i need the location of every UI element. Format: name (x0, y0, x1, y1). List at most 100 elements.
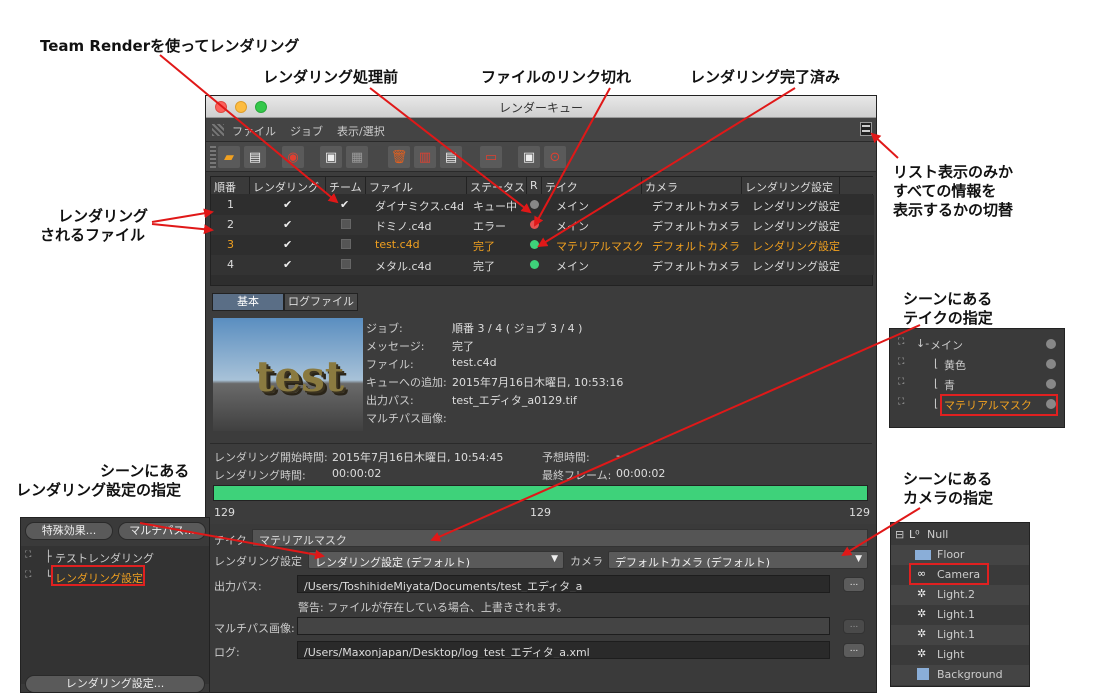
grip-icon (212, 124, 224, 136)
chevron-down-icon: ▼ (551, 554, 558, 564)
object-label: Light (937, 648, 965, 661)
checkerboard-icon: ⛶ (898, 397, 905, 407)
cell-render-setting: レンダリング設定 (752, 260, 840, 273)
col-header-render[interactable]: レンダリング (250, 177, 326, 194)
team-checkbox[interactable] (341, 239, 351, 249)
multipass-button[interactable]: マルチパス... (118, 522, 206, 540)
menu-file[interactable]: ファイル (232, 123, 276, 139)
checkerboard-icon: ⛶ (898, 337, 905, 347)
special-effects-button[interactable]: 特殊効果... (25, 522, 113, 540)
render-clapper-icon[interactable]: ▣ (320, 146, 342, 168)
info-file-label: ファイル: (366, 358, 414, 371)
highlight-box (940, 394, 1058, 416)
col-header-file[interactable]: ファイル (366, 177, 467, 194)
cell-order: 3 (227, 238, 234, 251)
trash-icon[interactable]: 🗑 (388, 146, 410, 168)
table-row[interactable]: 1 ✔ ✔ ダイナミクス.c4d キュー中 メイン デフォルトカメラ レンダリング設定 (211, 195, 874, 215)
object-label: Light.1 (937, 608, 975, 621)
table-row[interactable]: 3 ✔ test.c4d 完了 マテリアルマスク デフォルトカメラ レンダリング設定 (211, 235, 874, 255)
timing-start-value: 2015年7月16日木曜日, 10:54:45 (332, 451, 504, 464)
render-checkbox[interactable]: ✔ (283, 218, 292, 231)
render-checkbox[interactable]: ✔ (283, 198, 292, 211)
col-header-camera[interactable]: カメラ (642, 177, 742, 194)
layout-toggle-button[interactable] (860, 122, 872, 136)
tab-logfile[interactable]: ログファイル (284, 293, 358, 311)
document-icon[interactable]: ▤ (244, 146, 266, 168)
team-checkbox[interactable]: ✔ (340, 198, 349, 211)
render-target-icon[interactable]: ◉ (282, 146, 304, 168)
cell-camera: デフォルトカメラ (652, 260, 740, 273)
log-browse-button[interactable]: ... (843, 643, 865, 658)
object-null[interactable]: ⊟ L⁰ Null (891, 525, 1029, 545)
object-light-1a[interactable]: ✲ Light.1 (891, 605, 1029, 625)
cell-status: キュー中 (473, 200, 517, 213)
menu-job[interactable]: ジョブ (290, 123, 323, 139)
status-dot (530, 220, 539, 229)
object-background[interactable]: Background (891, 665, 1029, 685)
take-dot[interactable] (1046, 359, 1056, 369)
table-row[interactable]: 2 ✔ ドミノ.c4d エラー メイン デフォルトカメラ レンダリング設定 (211, 215, 874, 235)
team-checkbox[interactable] (341, 259, 351, 269)
cell-take: メイン (556, 200, 589, 213)
cell-order: 1 (227, 198, 234, 211)
monitor-icon[interactable]: ▭ (480, 146, 502, 168)
object-light-2[interactable]: ✲ Light.2 (891, 585, 1029, 605)
team-checkbox[interactable] (341, 219, 351, 229)
object-floor[interactable]: Floor (891, 545, 1029, 565)
render-checkbox[interactable]: ✔ (283, 238, 292, 251)
cell-camera: デフォルトカメラ (652, 240, 740, 253)
object-light[interactable]: ✲ Light (891, 645, 1029, 665)
render-item-test-label: テストレンダリング (55, 552, 154, 565)
col-header-status[interactable]: ステータス (467, 177, 527, 194)
preview-text: test (255, 352, 345, 401)
col-header-r[interactable]: R (527, 177, 542, 194)
log-path-field[interactable]: /Users/Maxonjapan/Desktop/log_test_エディタ_… (297, 641, 830, 659)
annotation-files-2: されるファイル (40, 226, 146, 244)
take-dot[interactable] (1046, 339, 1056, 349)
cell-take: マテリアルマスク (556, 240, 644, 253)
render-setting-dropdown[interactable]: レンダリング設定 (デフォルト) ▼ (308, 551, 564, 569)
annotation-render-setting-2: レンダリング設定の指定 (16, 481, 182, 499)
cell-camera: デフォルトカメラ (652, 220, 740, 233)
list-icon[interactable]: ▥ (414, 146, 436, 168)
render-setting-label: レンダリング設定 (214, 555, 302, 568)
render-settings-open-button[interactable]: レンダリング設定... (25, 675, 205, 692)
clapper-arrow-icon[interactable]: ▣ (518, 146, 540, 168)
info-output-label: 出力パス: (366, 394, 414, 407)
output-path-field[interactable]: /Users/ToshihideMiyata/Documents/test_エデ… (297, 575, 830, 593)
col-header-render-setting[interactable]: レンダリング設定 (742, 177, 840, 194)
annotation-files-1: レンダリング (58, 207, 149, 225)
page-icon[interactable]: ▤ (440, 146, 462, 168)
object-manager-panel: ⊟ L⁰ Null Floor ∞ Camera ✲ Light.2 ✲ Lig… (890, 522, 1030, 687)
multipass-browse-button[interactable]: ... (843, 619, 865, 634)
table-row[interactable]: 4 ✔ メタル.c4d 完了 メイン デフォルトカメラ レンダリング設定 (211, 255, 874, 275)
take-dot[interactable] (1046, 379, 1056, 389)
col-header-take[interactable]: テイク (542, 177, 642, 194)
multipass-path-field[interactable] (297, 617, 830, 635)
object-label: Light.1 (937, 628, 975, 641)
take-field[interactable]: マテリアルマスク (252, 529, 868, 547)
render-item-test[interactable]: ⛶ ├ テストレンダリング (21, 547, 209, 567)
render-clapper-dim-icon[interactable]: ▦ (346, 146, 368, 168)
object-light-1b[interactable]: ✲ Light.1 (891, 625, 1029, 645)
timing-last-frame-label: 最終フレーム: (542, 469, 612, 482)
search-render-icon[interactable]: ⊙ (544, 146, 566, 168)
cell-camera: デフォルトカメラ (652, 200, 740, 213)
chevron-down-icon: ▼ (855, 554, 862, 564)
status-dot (530, 240, 539, 249)
timing-duration-label: レンダリング時間: (214, 469, 306, 482)
take-row-blue[interactable]: ⛶ ⌊ 青 (890, 374, 1064, 394)
light-icon: ✲ (917, 607, 927, 620)
status-dot (530, 260, 539, 269)
take-row-main[interactable]: ⛶ ↓- メイン (890, 334, 1064, 354)
render-checkbox[interactable]: ✔ (283, 258, 292, 271)
output-browse-button[interactable]: ... (843, 577, 865, 592)
camera-dropdown[interactable]: デフォルトカメラ (デフォルト) ▼ (608, 551, 868, 569)
tab-basic[interactable]: 基本 (212, 293, 284, 311)
cell-take: メイン (556, 260, 589, 273)
take-row-yellow[interactable]: ⛶ ⌊ 黄色 (890, 354, 1064, 374)
col-header-team[interactable]: チーム (326, 177, 366, 194)
menu-view-select[interactable]: 表示/選択 (337, 123, 385, 139)
open-folder-icon[interactable]: ▰ (218, 146, 240, 168)
col-header-order[interactable]: 順番 (211, 177, 250, 194)
